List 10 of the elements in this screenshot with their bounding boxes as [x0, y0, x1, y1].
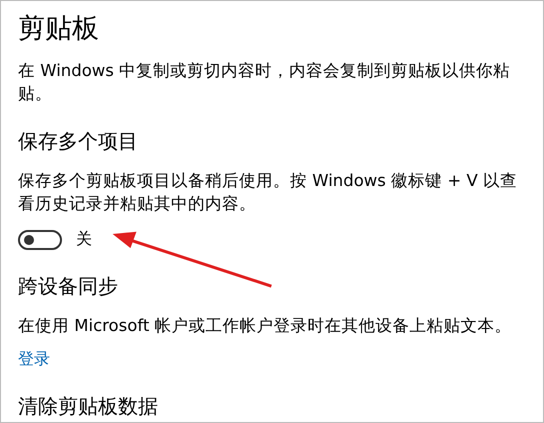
description: 在 Windows 中复制或剪切内容时，内容会复制到剪贴板以供你粘贴。	[18, 60, 512, 105]
description: 在使用 Microsoft 帐户或工作帐户登录时在其他设备上粘贴文本。	[18, 315, 513, 337]
description: 保存多个剪贴板项目以备稍后使用。按 Windows 徽标键 + V 以查看历史记录并粘贴其中的内容。	[18, 170, 518, 215]
sign-in-link[interactable]: 登录	[18, 349, 50, 370]
page-title: 剪贴板	[18, 12, 100, 46]
section-heading: 保存多个项目	[18, 128, 139, 155]
section-heading: 清除剪贴板数据	[18, 393, 159, 420]
toggle-switch[interactable]	[18, 230, 62, 250]
toggle-label: 关	[76, 229, 92, 250]
section-heading: 跨设备同步	[18, 273, 119, 300]
